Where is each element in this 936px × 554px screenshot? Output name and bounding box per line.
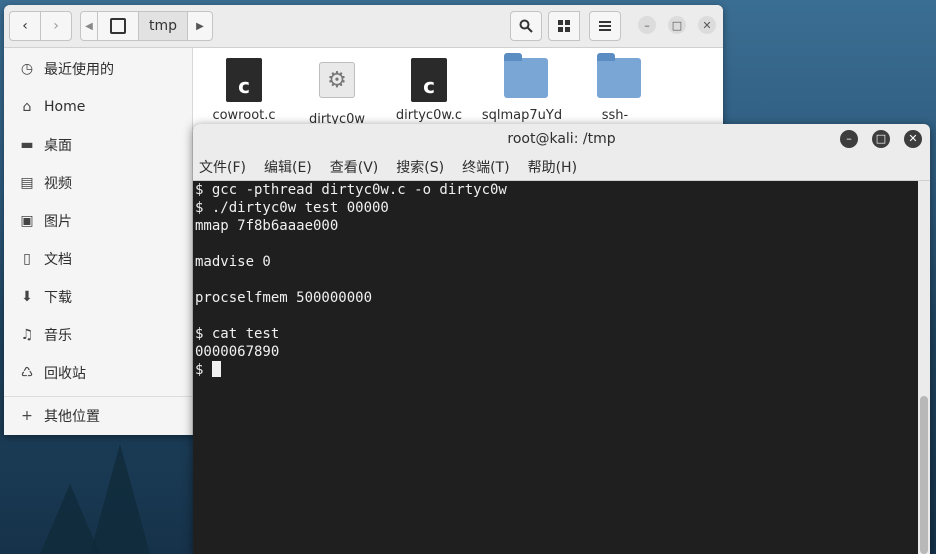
file-item-ssh[interactable]: ssh- (569, 53, 661, 123)
sidebar-item-label: 最近使用的 (44, 62, 114, 78)
menu-button[interactable] (589, 11, 621, 41)
back-button[interactable]: ‹ (9, 11, 41, 41)
drive-icon (110, 18, 126, 34)
file-item-dirtyc0w-c[interactable]: c dirtyc0w.c (383, 56, 475, 123)
terminal-close-button[interactable]: ✕ (904, 130, 922, 148)
sidebar-item-label: 视频 (44, 176, 72, 192)
desktop-folder-icon: ▬ (20, 137, 34, 153)
terminal-prompt-line: $ (195, 361, 916, 379)
document-icon: ▯ (23, 251, 31, 267)
terminal-menubar: 文件(F) 编辑(E) 查看(V) 搜索(S) 终端(T) 帮助(H) (193, 154, 930, 181)
background-tree (40, 484, 100, 554)
menu-help[interactable]: 帮助(H) (528, 157, 577, 177)
hamburger-menu-icon (599, 21, 611, 31)
search-icon (519, 19, 533, 33)
view-toggle-button[interactable] (548, 11, 580, 41)
c-source-icon: c (411, 58, 447, 102)
terminal-line: madvise 0 (195, 254, 271, 270)
plus-icon: + (21, 408, 33, 424)
recent-clock-icon: ◷ (20, 61, 34, 77)
sidebar-item-label: 音乐 (44, 328, 72, 344)
text-cursor (211, 361, 221, 377)
trash-icon: ♺ (20, 365, 34, 381)
c-source-icon: c (226, 58, 262, 102)
grid-view-icon (558, 20, 570, 32)
path-segment-tmp[interactable]: tmp (138, 11, 188, 41)
sidebar-item-label: 下载 (44, 290, 72, 306)
file-icon-wrapper: ⚙ (319, 62, 355, 106)
file-icon-wrapper (504, 53, 548, 102)
terminal-output[interactable]: $ gcc -pthread dirtyc0w.c -o dirtyc0w $ … (193, 181, 918, 554)
sidebar-item-pictures[interactable]: ▣ 图片 (4, 202, 192, 240)
sidebar-item-recent[interactable]: ◷ 最近使用的 (4, 50, 192, 88)
sidebar-item-other-locations[interactable]: + 其他位置 (4, 397, 192, 435)
path-segment-label: tmp (148, 18, 177, 34)
terminal-prompt: $ (195, 362, 212, 378)
folder-icon (504, 53, 548, 98)
menu-search[interactable]: 搜索(S) (396, 157, 444, 177)
menu-file[interactable]: 文件(F) (199, 157, 246, 177)
folder-icon (597, 53, 641, 98)
file-name: cowroot.c (212, 108, 276, 123)
video-icon: ▤ (20, 175, 34, 191)
menu-edit[interactable]: 编辑(E) (264, 157, 312, 177)
sidebar-item-label: Home (44, 99, 86, 115)
terminal-title: root@kali: /tmp (507, 131, 616, 147)
terminal-scrollbar[interactable] (918, 181, 930, 554)
terminal-line: 0000067890 (195, 344, 280, 360)
path-right-arrow-button[interactable]: ▶ (187, 11, 213, 41)
file-manager-headerbar: ‹ › ◀ tmp ▶ – □ ✕ (4, 5, 723, 48)
sidebar-item-home[interactable]: ⌂ Home (4, 88, 192, 126)
path-left-arrow-button[interactable]: ◀ (80, 11, 98, 41)
sidebar-item-documents[interactable]: ▯ 文档 (4, 240, 192, 278)
sidebar-item-label: 文档 (44, 252, 72, 268)
file-name: sqlmap7uYd (481, 108, 563, 123)
close-button[interactable]: ✕ (698, 16, 716, 34)
forward-button[interactable]: › (40, 11, 72, 41)
sidebar-item-label: 回收站 (44, 366, 86, 382)
home-icon: ⌂ (22, 99, 32, 115)
download-icon: ⬇ (21, 289, 33, 305)
file-item-cowroot-c[interactable]: c cowroot.c (198, 56, 290, 123)
file-name: ssh- (601, 108, 629, 123)
terminal-titlebar: root@kali: /tmp – □ ✕ (193, 124, 930, 154)
file-item-dirtyc0w[interactable]: ⚙ dirtyc0w (291, 56, 383, 127)
executable-gear-icon: ⚙ (319, 62, 355, 98)
terminal-line: $ cat test (195, 326, 280, 342)
sidebar-item-music[interactable]: ♫ 音乐 (4, 316, 192, 354)
terminal-minimize-button[interactable]: – (840, 130, 858, 148)
terminal-maximize-button[interactable]: □ (872, 130, 890, 148)
path-root-button[interactable] (97, 11, 139, 41)
sidebar-item-videos[interactable]: ▤ 视频 (4, 164, 192, 202)
maximize-button[interactable]: □ (668, 16, 686, 34)
terminal-line: procselfmem 500000000 (195, 290, 373, 306)
sidebar-item-label: 其他位置 (44, 409, 100, 425)
menu-view[interactable]: 查看(V) (330, 157, 379, 177)
search-button[interactable] (510, 11, 542, 41)
terminal-line: mmap 7f8b6aaae000 (195, 218, 339, 234)
picture-icon: ▣ (20, 213, 34, 229)
terminal-window: root@kali: /tmp – □ ✕ 文件(F) 编辑(E) 查看(V) … (193, 124, 930, 554)
file-icon-wrapper (597, 53, 641, 102)
places-sidebar: ◷ 最近使用的 ⌂ Home ▬ 桌面 ▤ 视频 ▣ 图片 ▯ 文档 ⬇ 下载 ♫ 音乐 ♺ 回收… (4, 48, 193, 435)
scrollbar-thumb[interactable] (920, 396, 928, 554)
file-item-sqlmap[interactable]: sqlmap7uYd (476, 53, 568, 123)
sidebar-item-desktop[interactable]: ▬ 桌面 (4, 126, 192, 164)
sidebar-item-label: 图片 (44, 214, 72, 230)
terminal-line: $ gcc -pthread dirtyc0w.c -o dirtyc0w (195, 182, 507, 198)
minimize-button[interactable]: – (638, 16, 656, 34)
sidebar-item-trash[interactable]: ♺ 回收站 (4, 354, 192, 392)
sidebar-item-downloads[interactable]: ⬇ 下载 (4, 278, 192, 316)
sidebar-item-label: 桌面 (44, 138, 72, 154)
music-icon: ♫ (20, 327, 34, 343)
menu-terminal[interactable]: 终端(T) (462, 157, 509, 177)
terminal-line: $ ./dirtyc0w test 00000 (195, 200, 389, 216)
file-name: dirtyc0w.c (395, 108, 463, 123)
